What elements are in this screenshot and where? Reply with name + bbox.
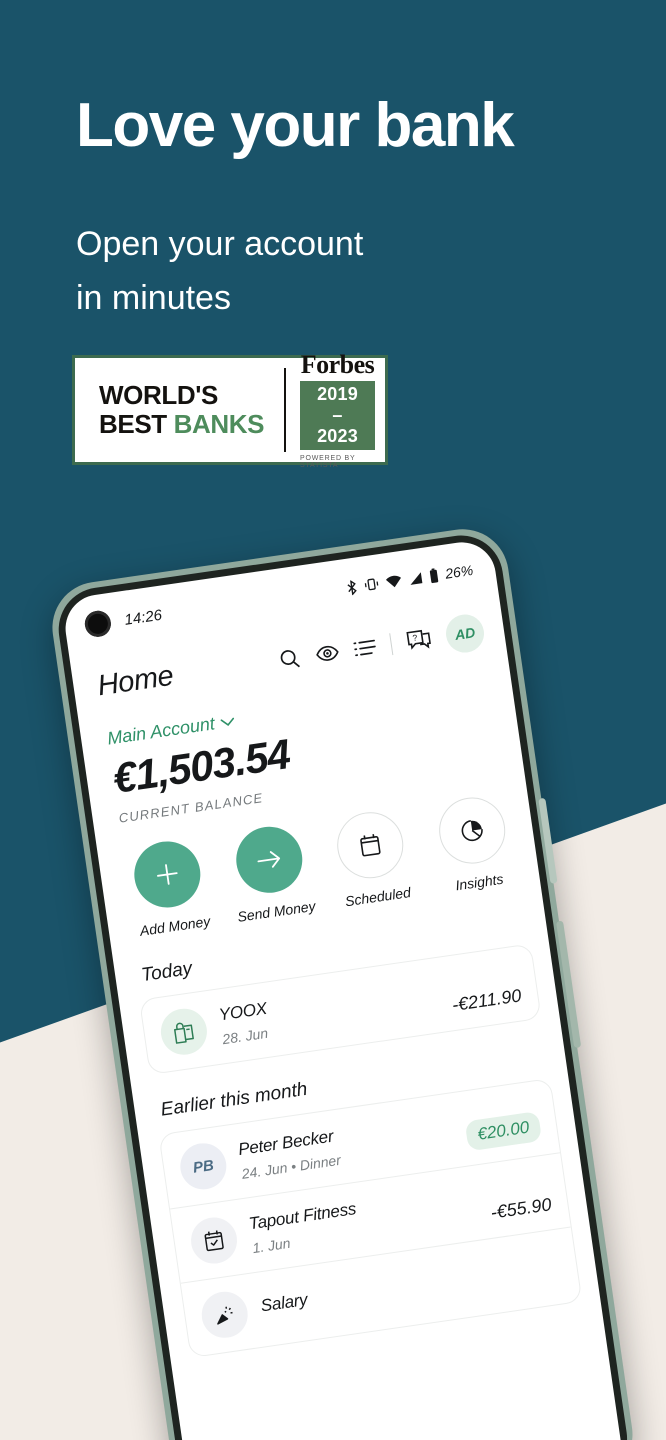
action-insights[interactable]: Insights [423,792,524,897]
badge-banks-text: BANKS [173,409,265,439]
chevron-down-icon [219,710,237,733]
front-camera-icon [83,609,113,639]
status-time: 14:26 [123,606,163,629]
forbes-award-badge: WORLD'S BEST BANKS Forbes 2019 – 2023 PO… [72,351,388,469]
action-send-money[interactable]: Send Money [221,821,322,926]
status-icons: 26% [345,562,474,596]
svg-text:?: ? [412,632,418,643]
transaction-card-earlier: PB Peter Becker 24. Jun • Dinner €20.00 … [158,1077,583,1359]
vibrate-icon [363,576,380,592]
signal-icon [408,571,424,586]
badge-years: 2019 – 2023 [300,380,375,450]
app-page-title: Home [95,659,176,702]
help-chat-icon[interactable]: ? [405,627,433,653]
battery-percent: 26% [444,561,475,582]
arrow-right-icon [231,822,307,898]
transaction-info: Peter Becker 24. Jun • Dinner [237,1110,455,1182]
action-add-money[interactable]: Add Money [119,835,220,940]
badge-divider [284,368,287,452]
calendar-check-icon [187,1214,241,1267]
avatar: PB [177,1140,230,1193]
calendar-icon [333,807,408,883]
eye-icon[interactable] [314,642,341,665]
badge-forbes-block: Forbes 2019 – 2023 POWERED BY STATISTA [300,349,375,469]
page-title: Love your bank [76,91,515,160]
action-scheduled[interactable]: Scheduled [322,806,423,911]
subheadline-line-2: in minutes [76,278,231,317]
avatar[interactable]: AD [443,612,487,656]
forbes-logo-text: Forbes [300,349,375,379]
transaction-info: Salary [259,1256,548,1323]
transaction-info: YOOX 28. Jun [218,975,440,1047]
transaction-name: Salary [259,1289,309,1316]
battery-icon [428,567,439,583]
subheadline-line-1: Open your account [76,225,364,263]
bluetooth-icon [345,579,358,596]
list-icon[interactable] [353,637,377,658]
badge-powered-by: POWERED BY STATISTA [300,454,356,469]
badge-best-banks-text: BEST BANKS [99,409,265,439]
search-icon[interactable] [277,646,302,671]
plus-icon [130,837,205,912]
badge-award-text: WORLD'S BEST BANKS [85,379,278,439]
wifi-icon [385,574,403,589]
badge-worlds-text: WORLD'S [99,379,218,410]
badge-best-text: BEST [99,409,174,439]
subheadline: Open your account in minutes [76,218,363,325]
header-divider [389,633,394,656]
transaction-amount: -€211.90 [450,985,523,1016]
transaction-amount: €20.00 [464,1111,543,1152]
transaction-amount: -€55.90 [489,1194,553,1223]
shopping-bag-icon [157,1005,210,1058]
pie-chart-icon [434,793,510,868]
confetti-icon [198,1288,251,1341]
